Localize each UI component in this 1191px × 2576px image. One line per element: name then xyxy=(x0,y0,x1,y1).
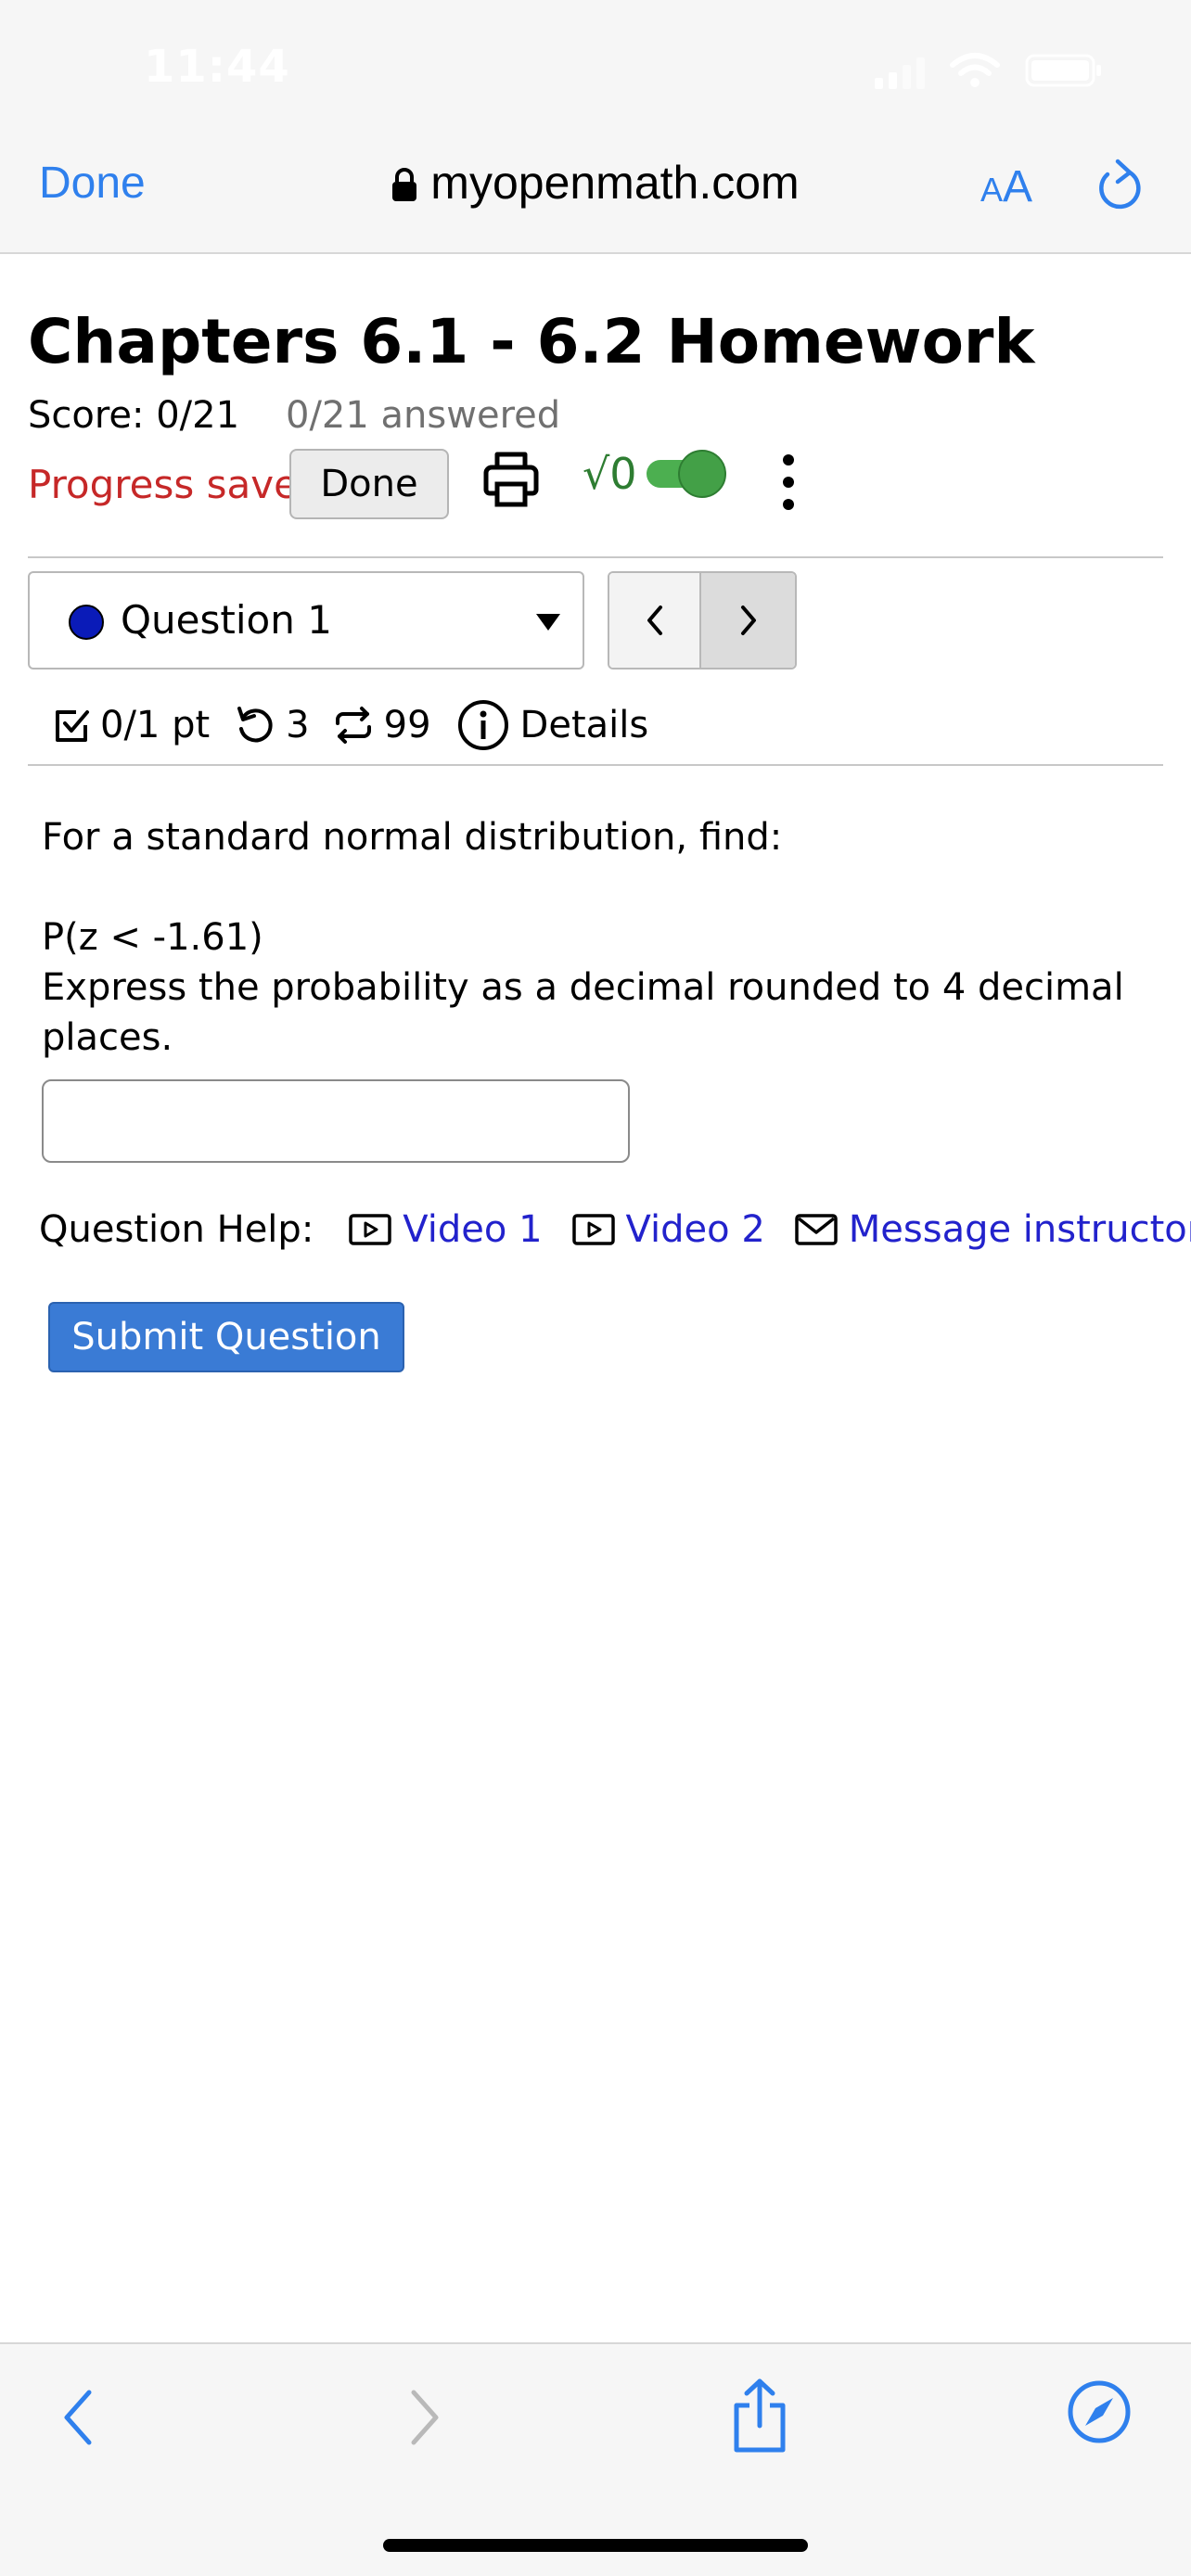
toggle-knob xyxy=(677,450,726,498)
score-line: Score: 0/21 0/21 answered xyxy=(28,394,560,437)
reload-icon[interactable] xyxy=(1093,158,1145,213)
progress-saved-status: Progress saved xyxy=(28,462,323,507)
battery-icon xyxy=(1025,54,1101,87)
video-1-label: Video 1 xyxy=(403,1208,543,1251)
more-options-icon[interactable] xyxy=(777,453,800,512)
status-time: 11:44 xyxy=(144,41,290,93)
tries-indicator: 3 xyxy=(234,704,310,746)
question-status-dot xyxy=(69,605,104,640)
question-select[interactable]: Question 1 xyxy=(28,571,584,670)
chevron-left-icon xyxy=(647,606,662,635)
text-size-small-letter: A xyxy=(980,171,1004,209)
video-2-link[interactable]: Video 2 xyxy=(571,1208,765,1251)
toggle-track xyxy=(646,450,726,498)
math-entry-toggle[interactable]: √0 xyxy=(583,449,726,499)
page-title: Chapters 6.1 - 6.2 Homework xyxy=(28,306,1035,377)
video-icon xyxy=(571,1214,615,1245)
question-help-row: Question Help: Video 1 Video 2 Message i… xyxy=(39,1202,1191,1257)
status-icons xyxy=(875,52,1103,89)
submit-question-button[interactable]: Submit Question xyxy=(48,1302,404,1372)
envelope-icon xyxy=(795,1214,838,1245)
question-info-row: 0/1 pt 3 99 Details xyxy=(52,697,648,753)
points-indicator: 0/1 pt xyxy=(52,704,210,746)
points-text: 0/1 pt xyxy=(100,704,211,746)
versions-indicator: 99 xyxy=(332,704,431,746)
browser-nav-bar: Done myopenmath.com AA xyxy=(0,130,1191,254)
compass-icon[interactable] xyxy=(1067,2379,1132,2444)
back-icon[interactable] xyxy=(58,2385,98,2450)
tries-count: 3 xyxy=(286,704,310,746)
text-size-big-letter: A xyxy=(1003,162,1033,211)
details-label: Details xyxy=(519,704,649,746)
retry-icon xyxy=(237,707,273,743)
answer-input[interactable] xyxy=(42,1079,630,1163)
question-expression: P(z < -1.61) xyxy=(42,916,263,959)
assignment-done-button[interactable]: Done xyxy=(289,449,449,519)
versions-count: 99 xyxy=(383,704,431,746)
home-indicator[interactable] xyxy=(383,2539,808,2552)
lock-icon xyxy=(392,168,417,201)
checkbox-icon xyxy=(56,710,89,742)
repeat-icon xyxy=(335,707,371,744)
url-text: myopenmath.com xyxy=(430,157,800,209)
score-text: Score: 0/21 xyxy=(28,394,240,437)
status-bar: 11:44 xyxy=(0,0,1191,130)
video-2-label: Video 2 xyxy=(625,1208,765,1251)
video-1-link[interactable]: Video 1 xyxy=(349,1208,543,1251)
question-body: P(z < -1.61) Express the probability as … xyxy=(42,912,1155,1063)
next-question-button[interactable] xyxy=(701,573,795,668)
chevron-right-icon xyxy=(740,606,756,635)
question-help-label: Question Help: xyxy=(39,1208,314,1251)
question-instruction: Express the probability as a decimal rou… xyxy=(42,966,1124,1059)
message-instructor-link[interactable]: Message instructor xyxy=(795,1208,1191,1251)
sqrt-icon: √0 xyxy=(583,449,637,499)
details-link[interactable]: Details xyxy=(457,699,649,751)
cellular-signal-icon xyxy=(875,57,925,89)
message-instructor-label: Message instructor xyxy=(848,1208,1191,1251)
print-icon[interactable] xyxy=(482,449,540,510)
divider xyxy=(28,764,1163,766)
forward-icon[interactable] xyxy=(404,2385,445,2450)
dropdown-caret-icon xyxy=(536,614,560,631)
divider xyxy=(28,556,1163,558)
info-icon xyxy=(457,700,508,750)
share-icon[interactable] xyxy=(729,2378,790,2454)
text-size-button[interactable]: AA xyxy=(980,161,1032,212)
question-pager xyxy=(608,571,797,670)
previous-question-button[interactable] xyxy=(609,573,702,668)
video-icon xyxy=(349,1214,392,1245)
question-select-label: Question 1 xyxy=(121,597,332,643)
wifi-icon xyxy=(950,53,1000,87)
answered-count: 0/21 answered xyxy=(286,394,561,437)
question-prompt: For a standard normal distribution, find… xyxy=(42,816,783,859)
